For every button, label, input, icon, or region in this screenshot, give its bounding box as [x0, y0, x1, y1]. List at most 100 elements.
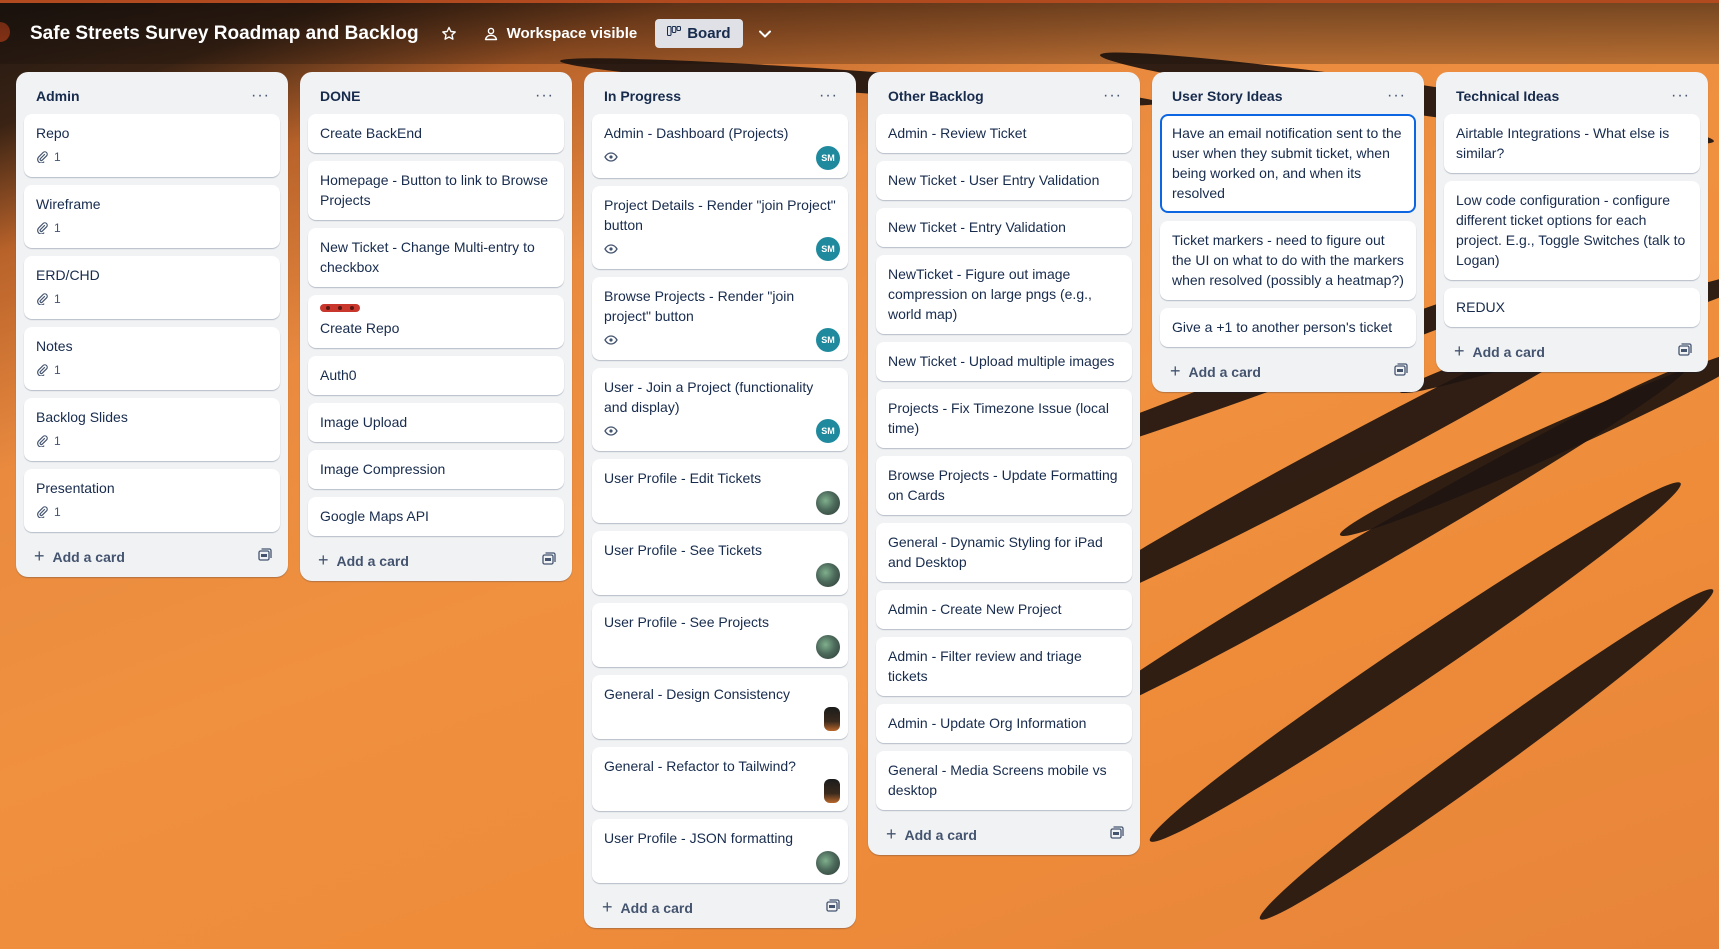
template-icon[interactable] — [826, 899, 840, 916]
template-icon[interactable] — [1110, 826, 1124, 843]
template-icon[interactable] — [1678, 343, 1692, 360]
card[interactable]: Admin - Dashboard (Projects) SM — [592, 114, 848, 178]
card[interactable]: Ticket markers - need to figure out the … — [1160, 221, 1416, 300]
avatar[interactable] — [816, 563, 840, 587]
card[interactable]: New Ticket - Change Multi-entry to check… — [308, 228, 564, 287]
eye-icon — [604, 244, 618, 254]
card[interactable]: Have an email notification sent to the u… — [1160, 114, 1416, 213]
list-title[interactable]: Technical Ideas — [1456, 88, 1559, 104]
card[interactable]: Presentation 1 — [24, 469, 280, 532]
card-title: Presentation — [36, 480, 115, 496]
more-icon[interactable]: ··· — [251, 88, 270, 104]
card-title: Projects - Fix Timezone Issue (local tim… — [888, 400, 1109, 436]
card[interactable]: Google Maps API — [308, 497, 564, 536]
card[interactable]: New Ticket - Entry Validation — [876, 208, 1132, 247]
list-title[interactable]: In Progress — [604, 88, 681, 104]
avatar[interactable]: SM — [816, 419, 840, 443]
visibility-button[interactable]: Workspace visible — [483, 25, 637, 42]
list-title[interactable]: Admin — [36, 88, 80, 104]
add-card-button[interactable]: + Add a card — [1454, 341, 1545, 362]
more-icon[interactable]: ··· — [1671, 88, 1690, 104]
star-button[interactable] — [441, 26, 465, 42]
avatar[interactable]: SM — [816, 328, 840, 352]
add-card-button[interactable]: + Add a card — [1170, 361, 1261, 382]
card[interactable]: Give a +1 to another person's ticket — [1160, 308, 1416, 347]
more-icon[interactable]: ··· — [819, 88, 838, 104]
card[interactable]: Projects - Fix Timezone Issue (local tim… — [876, 389, 1132, 448]
avatar[interactable] — [824, 707, 840, 731]
card[interactable]: General - Refactor to Tailwind? — [592, 747, 848, 811]
avatar[interactable] — [824, 779, 840, 803]
card[interactable]: User Profile - See Projects — [592, 603, 848, 667]
card[interactable]: User Profile - JSON formatting — [592, 819, 848, 883]
card[interactable]: Admin - Update Org Information — [876, 704, 1132, 743]
board-view-label: Board — [687, 25, 731, 42]
card[interactable]: New Ticket - User Entry Validation — [876, 161, 1132, 200]
card-title: Image Compression — [320, 461, 446, 477]
list-header: DONE ··· — [308, 78, 564, 114]
card[interactable]: Auth0 — [308, 356, 564, 395]
template-icon[interactable] — [1394, 363, 1408, 380]
card-label[interactable] — [320, 304, 360, 312]
card[interactable]: NewTicket - Figure out image compression… — [876, 255, 1132, 334]
card[interactable]: General - Media Screens mobile vs deskto… — [876, 751, 1132, 810]
card[interactable]: User - Join a Project (functionality and… — [592, 368, 848, 451]
card[interactable]: Notes 1 — [24, 327, 280, 390]
card[interactable]: Admin - Filter review and triage tickets — [876, 637, 1132, 696]
card[interactable]: Homepage - Button to link to Browse Proj… — [308, 161, 564, 220]
card[interactable]: New Ticket - Upload multiple images — [876, 342, 1132, 381]
list-header: Admin ··· — [24, 78, 280, 114]
card[interactable]: Image Compression — [308, 450, 564, 489]
card[interactable]: Create BackEnd — [308, 114, 564, 153]
list-title[interactable]: DONE — [320, 88, 360, 104]
card-badges: 1 — [36, 502, 268, 522]
board-title[interactable]: Safe Streets Survey Roadmap and Backlog — [30, 23, 419, 45]
card-title: REDUX — [1456, 299, 1506, 315]
card-title: New Ticket - Upload multiple images — [888, 353, 1115, 369]
card-title: Auth0 — [320, 367, 357, 383]
card[interactable]: General - Dynamic Styling for iPad and D… — [876, 523, 1132, 582]
add-card-button[interactable]: + Add a card — [602, 897, 693, 918]
avatar[interactable]: SM — [816, 146, 840, 170]
card[interactable]: Project Details - Render "join Project" … — [592, 186, 848, 269]
more-icon[interactable]: ··· — [1387, 88, 1406, 104]
add-card-button[interactable]: + Add a card — [34, 546, 125, 567]
card-title: Project Details - Render "join Project" … — [604, 197, 836, 233]
add-card-button[interactable]: + Add a card — [886, 824, 977, 845]
template-icon[interactable] — [542, 552, 556, 569]
card[interactable]: Admin - Create New Project — [876, 590, 1132, 629]
card[interactable]: Browse Projects - Render "join project" … — [592, 277, 848, 360]
board-view-button[interactable]: Board — [655, 19, 743, 48]
card[interactable]: Image Upload — [308, 403, 564, 442]
card[interactable]: Airtable Integrations - What else is sim… — [1444, 114, 1700, 173]
attachment-count: 1 — [54, 434, 61, 448]
card[interactable]: ERD/CHD 1 — [24, 256, 280, 319]
list-title[interactable]: User Story Ideas — [1172, 88, 1283, 104]
card[interactable]: REDUX — [1444, 288, 1700, 327]
add-card-label: Add a card — [904, 826, 977, 843]
card[interactable]: General - Design Consistency — [592, 675, 848, 739]
people-icon — [483, 26, 499, 42]
view-switcher-button[interactable] — [757, 26, 781, 42]
card[interactable]: User Profile - See Tickets — [592, 531, 848, 595]
more-icon[interactable]: ··· — [535, 88, 554, 104]
avatar[interactable]: SM — [816, 237, 840, 261]
avatar[interactable] — [816, 635, 840, 659]
card[interactable]: Admin - Review Ticket — [876, 114, 1132, 153]
more-icon[interactable]: ··· — [1103, 88, 1122, 104]
card[interactable]: Repo 1 — [24, 114, 280, 177]
avatar[interactable] — [816, 851, 840, 875]
card-title: Have an email notification sent to the u… — [1172, 125, 1402, 201]
card[interactable]: Wireframe 1 — [24, 185, 280, 248]
card[interactable]: Create Repo — [308, 295, 564, 348]
attachment-icon — [36, 435, 48, 447]
template-icon[interactable] — [258, 548, 272, 565]
card[interactable]: Low code configuration - configure diffe… — [1444, 181, 1700, 280]
add-card-button[interactable]: + Add a card — [318, 550, 409, 571]
card[interactable]: User Profile - Edit Tickets — [592, 459, 848, 523]
avatar[interactable] — [816, 491, 840, 515]
add-card-label: Add a card — [620, 899, 693, 916]
card[interactable]: Backlog Slides 1 — [24, 398, 280, 461]
list-title[interactable]: Other Backlog — [888, 88, 984, 104]
card[interactable]: Browse Projects - Update Formatting on C… — [876, 456, 1132, 515]
